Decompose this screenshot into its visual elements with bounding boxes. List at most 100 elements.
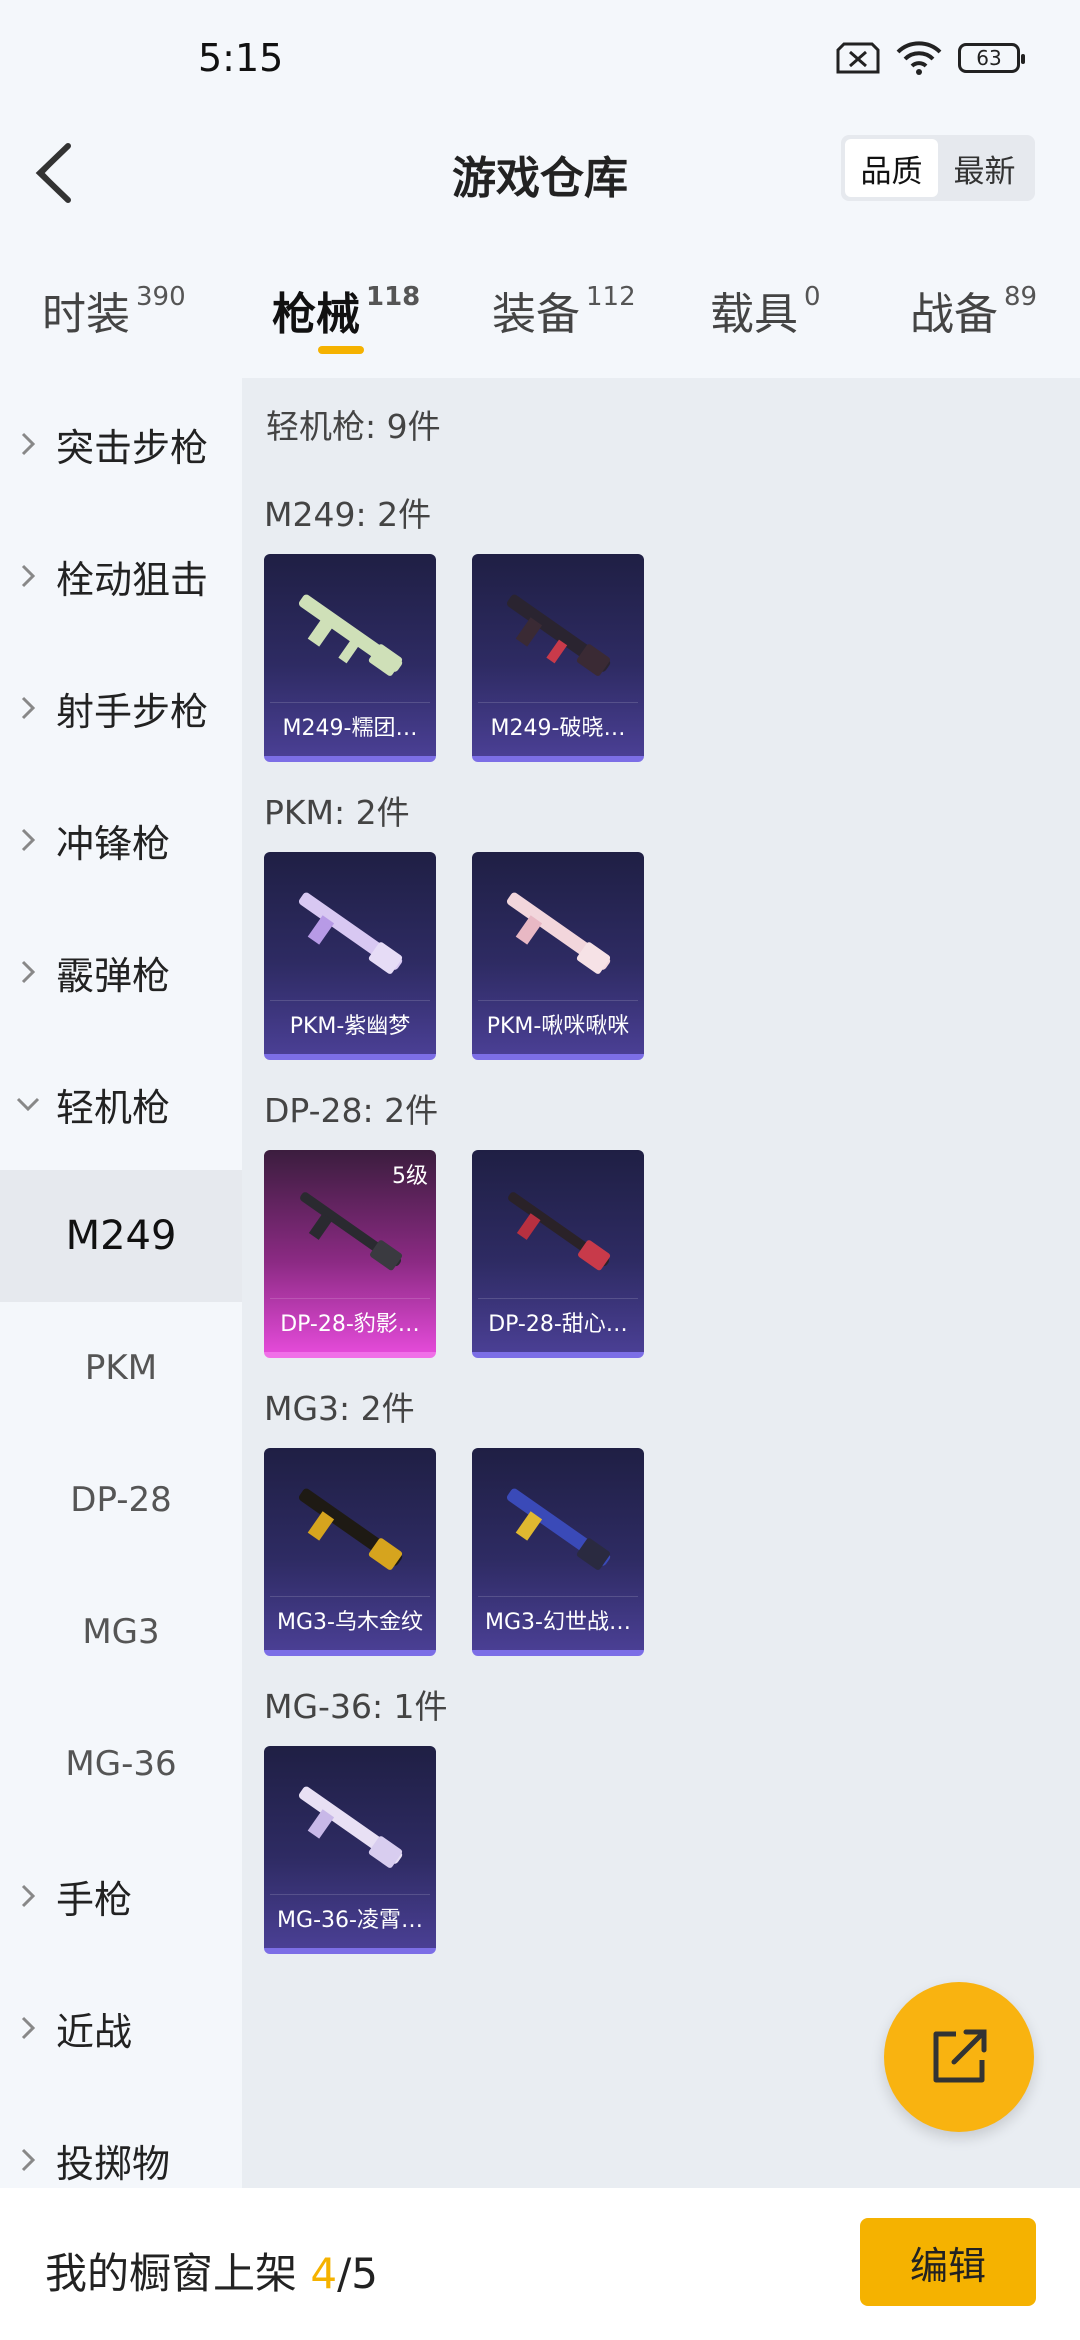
- tab-label: 战备: [910, 289, 998, 340]
- item-name: MG3-幻世战…: [478, 1596, 638, 1642]
- sidebar-item-label: 突击步枪: [56, 425, 209, 470]
- top-bar: 游戏仓库 品质 最新: [0, 120, 1080, 230]
- showcase-status: 我的橱窗上架 4/5: [45, 2240, 378, 2301]
- battery-indicator: 63: [958, 43, 1025, 73]
- chevron-right-icon: [0, 960, 56, 984]
- sidebar-item-label: 投掷物: [56, 2141, 171, 2186]
- chevron-down-icon: [0, 1097, 56, 1111]
- sidebar-item-lmg[interactable]: 轻机枪: [0, 1038, 242, 1170]
- sidebar-item-label: 轻机枪: [56, 1085, 171, 1130]
- sidebar-subitem-mg3[interactable]: MG3: [0, 1566, 242, 1698]
- machine-gun-icon: [506, 892, 611, 974]
- machine-gun-icon: [508, 1192, 611, 1271]
- chevron-right-icon: [0, 432, 56, 456]
- tab-fashion[interactable]: 时装 390: [42, 278, 186, 342]
- battery-level: 63: [976, 46, 1002, 70]
- machine-gun-icon: [298, 1488, 403, 1570]
- status-icons: 63: [836, 40, 1025, 76]
- machine-gun-icon: [300, 1192, 403, 1271]
- active-tab-indicator: [318, 346, 364, 354]
- showcase-total: /5: [337, 2249, 378, 2298]
- tab-firearms[interactable]: 枪械 118: [272, 278, 420, 342]
- item-name: DP-28-甜心…: [478, 1298, 638, 1344]
- tab-label: 装备: [492, 289, 580, 340]
- tab-vehicles[interactable]: 载具 0: [710, 278, 821, 342]
- game-warehouse-page: 5:15 63 游戏仓库 品质 最新 时装 390 枪械 118 装备 112 载具 0…: [0, 0, 1080, 2340]
- sidebar-item-shotgun[interactable]: 霰弹枪: [0, 906, 242, 1038]
- machine-gun-icon: [298, 892, 403, 974]
- sidebar-subitem-dp28[interactable]: DP-28: [0, 1434, 242, 1566]
- group-title: MG3: 2件: [264, 1389, 415, 1428]
- showcase-label: 我的橱窗上架: [45, 2249, 311, 2298]
- sidebar-item-assault-rifle[interactable]: 突击步枪: [0, 378, 242, 510]
- tab-count: 112: [586, 282, 636, 312]
- sidebar-subitem-mg36[interactable]: MG-36: [0, 1698, 242, 1830]
- item-card[interactable]: DP-28-甜心…: [472, 1150, 644, 1358]
- item-name: PKM-啾咪啾咪: [478, 1000, 638, 1046]
- sort-toggle: 品质 最新: [841, 135, 1035, 201]
- share-fab-button[interactable]: [884, 1982, 1034, 2132]
- sidebar-subitem-m249[interactable]: M249: [0, 1170, 242, 1302]
- item-name: M249-破晓…: [478, 702, 638, 748]
- sidebar-subitem-pkm[interactable]: PKM: [0, 1302, 242, 1434]
- chevron-right-icon: [0, 696, 56, 720]
- tab-count: 390: [136, 282, 186, 312]
- showcase-current-count: 4: [310, 2249, 338, 2298]
- tab-count: 89: [1004, 282, 1038, 312]
- wifi-icon: [896, 41, 942, 75]
- sidebar-item-label: 霰弹枪: [56, 953, 171, 998]
- machine-gun-icon: [298, 1786, 403, 1868]
- item-name: MG-36-凌霄…: [270, 1894, 430, 1940]
- sort-newest-button[interactable]: 最新: [938, 139, 1031, 197]
- sidebar-item-melee[interactable]: 近战: [0, 1962, 242, 2094]
- tab-equipment[interactable]: 装备 112: [492, 278, 636, 342]
- group-title: DP-28: 2件: [264, 1091, 439, 1130]
- status-bar: 5:15 63: [0, 0, 1080, 120]
- item-name: MG3-乌木金纹: [270, 1596, 430, 1642]
- machine-gun-icon: [506, 594, 611, 676]
- chevron-right-icon: [0, 828, 56, 852]
- sidebar-item-label: 射手步枪: [56, 689, 209, 734]
- item-card[interactable]: PKM-啾咪啾咪: [472, 852, 644, 1060]
- sim-off-icon: [836, 42, 880, 74]
- share-external-icon: [933, 2029, 987, 2083]
- chevron-right-icon: [0, 2148, 56, 2172]
- item-card[interactable]: 5级 DP-28-豹影…: [264, 1150, 436, 1358]
- sidebar-item-marksman-rifle[interactable]: 射手步枪: [0, 642, 242, 774]
- group-title: MG-36: 1件: [264, 1687, 448, 1726]
- tab-count: 0: [804, 282, 821, 312]
- item-card[interactable]: MG3-幻世战…: [472, 1448, 644, 1656]
- sidebar-item-pistol[interactable]: 手枪: [0, 1830, 242, 1962]
- chevron-right-icon: [0, 1884, 56, 1908]
- tab-label: 枪械: [272, 289, 360, 340]
- status-time: 5:15: [198, 36, 284, 80]
- item-name: M249-糯团…: [270, 702, 430, 748]
- sidebar-item-smg[interactable]: 冲锋枪: [0, 774, 242, 906]
- machine-gun-icon: [506, 1488, 611, 1570]
- chevron-right-icon: [0, 2016, 56, 2040]
- machine-gun-icon: [298, 594, 403, 676]
- item-card[interactable]: M249-破晓…: [472, 554, 644, 762]
- item-card[interactable]: MG-36-凌霄…: [264, 1746, 436, 1954]
- category-summary: 轻机枪: 9件: [266, 407, 441, 446]
- item-name: DP-28-豹影…: [270, 1298, 430, 1344]
- sidebar-item-label: 栓动狙击: [56, 557, 209, 602]
- sidebar-item-bolt-sniper[interactable]: 栓动狙击: [0, 510, 242, 642]
- edit-button[interactable]: 编辑: [860, 2218, 1036, 2306]
- chevron-right-icon: [0, 564, 56, 588]
- item-name: PKM-紫幽梦: [270, 1000, 430, 1046]
- sidebar-item-label: 近战: [56, 2009, 133, 2054]
- tab-label: 载具: [710, 289, 798, 340]
- item-grid-panel: 轻机枪: 9件 M249: 2件 M249-糯团… M249-破晓… PKM: …: [242, 378, 1080, 2188]
- tab-label: 时装: [42, 289, 130, 340]
- tab-supplies[interactable]: 战备 89: [910, 278, 1037, 342]
- item-card[interactable]: M249-糯团…: [264, 554, 436, 762]
- tab-count: 118: [366, 282, 421, 312]
- group-title: PKM: 2件: [264, 793, 410, 832]
- item-card[interactable]: MG3-乌木金纹: [264, 1448, 436, 1656]
- group-title: M249: 2件: [264, 495, 432, 534]
- item-card[interactable]: PKM-紫幽梦: [264, 852, 436, 1060]
- category-tabs: 时装 390 枪械 118 装备 112 载具 0 战备 89: [0, 250, 1080, 370]
- sort-quality-button[interactable]: 品质: [845, 139, 938, 197]
- weapon-category-sidebar: 突击步枪 栓动狙击 射手步枪 冲锋枪 霰弹枪 轻机枪 M249 PKM DP-2…: [0, 378, 242, 2188]
